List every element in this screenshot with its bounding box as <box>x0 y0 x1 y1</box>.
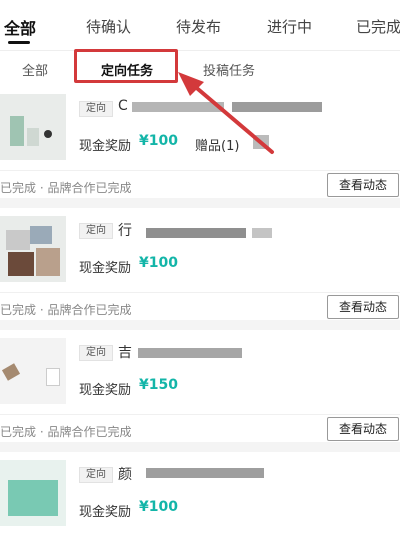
tab-pending-publish[interactable]: 待发布 <box>176 16 221 37</box>
product-thumbnail <box>0 216 66 282</box>
directed-tag: 定向 <box>79 101 113 117</box>
brand-name: 颜 <box>118 467 132 483</box>
cash-reward-amount: ¥100 <box>139 133 178 149</box>
status-tabs-bar: 全部 待确认 待发布 进行中 已完成 <box>0 0 400 50</box>
cash-reward-label: 现金奖励 <box>79 139 132 154</box>
status-text: 已完成 · 品牌合作已完成 <box>0 181 132 195</box>
blurred-text <box>232 102 322 112</box>
active-tab-underline <box>8 41 30 44</box>
brand-name: 吉 <box>118 345 132 361</box>
status-text: 已完成 · 品牌合作已完成 <box>0 425 132 439</box>
directed-tag: 定向 <box>79 223 113 239</box>
blurred-text <box>132 102 224 112</box>
subtab-submission-task[interactable]: 投稿任务 <box>203 60 255 79</box>
directed-tag: 定向 <box>79 467 113 483</box>
blurred-text <box>252 228 272 238</box>
divider <box>0 292 400 293</box>
subtab-all[interactable]: 全部 <box>22 60 48 79</box>
gift-label: 赠品(1) <box>195 139 240 154</box>
annotation-highlight-box <box>74 49 178 83</box>
cash-reward-amount: ¥100 <box>139 255 178 271</box>
product-thumbnail <box>0 338 66 404</box>
status-text: 已完成 · 品牌合作已完成 <box>0 303 132 317</box>
tab-pending-confirm[interactable]: 待确认 <box>86 16 131 37</box>
blurred-text <box>138 348 242 358</box>
view-updates-button[interactable]: 查看动态 <box>327 173 399 197</box>
brand-name: 行 <box>118 223 132 239</box>
cash-reward-amount: ¥150 <box>139 377 178 393</box>
view-updates-button[interactable]: 查看动态 <box>327 417 399 441</box>
task-card[interactable]: 定向 C 现金奖励 ¥100 赠品(1) 已完成 · 品牌合作已完成 查看动态 <box>0 86 400 198</box>
brand-name: C <box>118 98 128 114</box>
tab-completed[interactable]: 已完成 <box>356 16 400 37</box>
view-updates-button[interactable]: 查看动态 <box>327 295 399 319</box>
gift-icon <box>253 135 269 149</box>
product-thumbnail <box>0 460 66 526</box>
tab-all[interactable]: 全部 <box>4 15 36 39</box>
cash-reward-amount: ¥100 <box>139 499 178 515</box>
divider <box>0 170 400 171</box>
blurred-text <box>146 228 246 238</box>
blurred-text <box>146 468 264 478</box>
cash-reward-label: 现金奖励 <box>79 383 132 398</box>
cash-reward-label: 现金奖励 <box>79 505 132 520</box>
tab-in-progress[interactable]: 进行中 <box>267 16 312 37</box>
product-thumbnail <box>0 94 66 160</box>
task-type-bar: 全部 定向任务 投稿任务 <box>0 50 400 88</box>
cash-reward-label: 现金奖励 <box>79 261 132 276</box>
task-card[interactable]: 定向 颜 现金奖励 ¥100 <box>0 452 400 534</box>
task-card[interactable]: 定向 吉 现金奖励 ¥150 已完成 · 品牌合作已完成 查看动态 <box>0 330 400 442</box>
task-card[interactable]: 定向 行 现金奖励 ¥100 已完成 · 品牌合作已完成 查看动态 <box>0 208 400 320</box>
divider <box>0 414 400 415</box>
directed-tag: 定向 <box>79 345 113 361</box>
